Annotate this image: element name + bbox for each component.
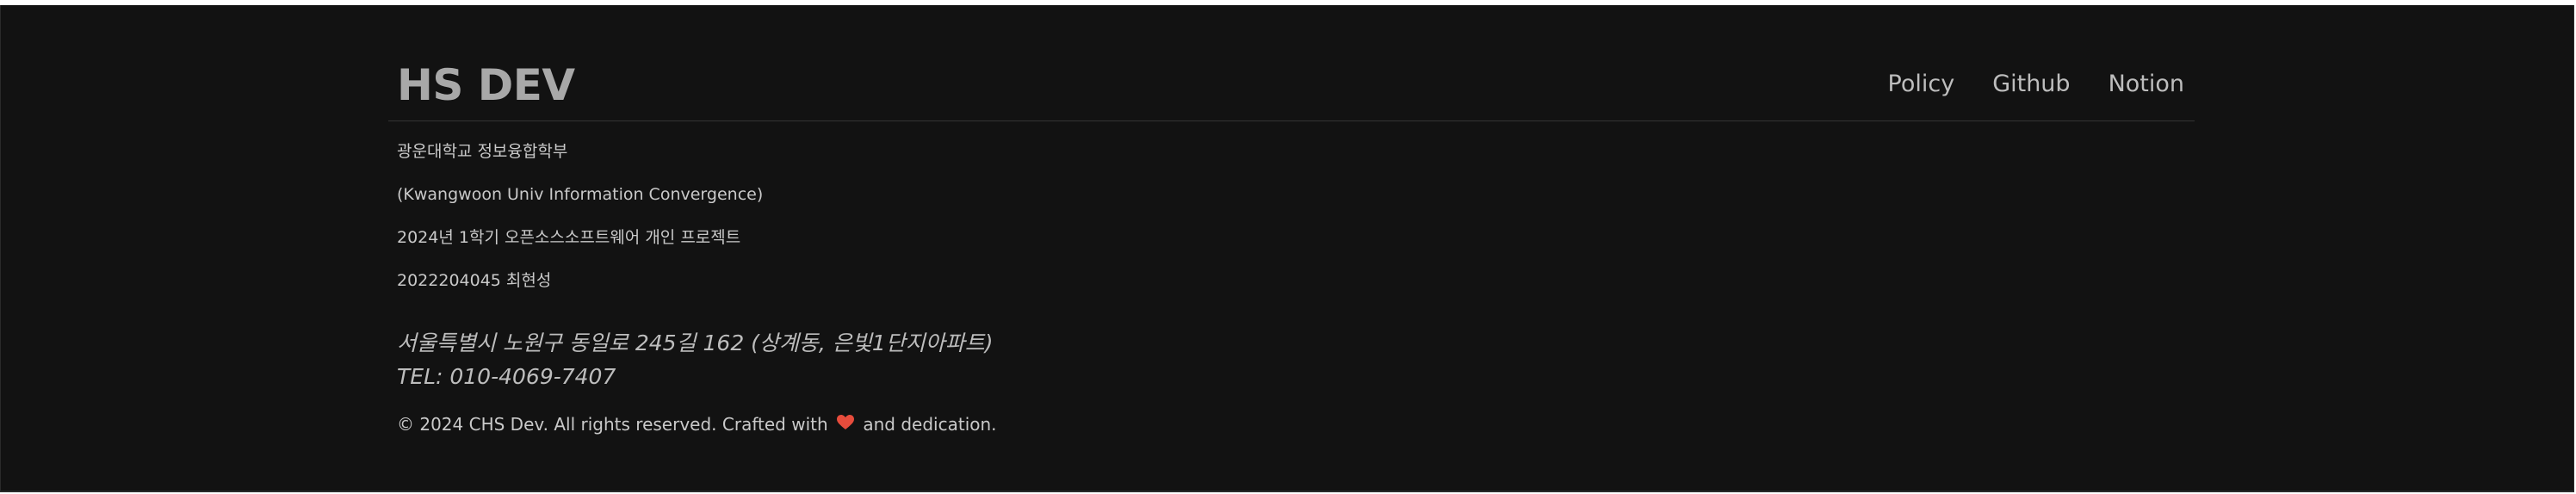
nav-link-github[interactable]: Github xyxy=(1992,67,2070,102)
address-text: 서울특별시 노원구 동일로 245길 162 (상계동, 은빛1단지아파트) xyxy=(397,330,994,355)
info-student: 2022204045 최현성 xyxy=(397,271,552,290)
brand-title: HS DEV xyxy=(397,60,575,110)
copyright-prefix: © 2024 CHS Dev. All rights reserved. Cra… xyxy=(397,414,828,435)
tel-text: TEL: 010-4069-7407 xyxy=(397,364,616,389)
footer-inner: HS DEV Policy Github Notion 광운대학교 정보융합학부… xyxy=(388,5,2195,491)
site-footer: HS DEV Policy Github Notion 광운대학교 정보융합학부… xyxy=(0,5,2574,492)
nav-link-notion[interactable]: Notion xyxy=(2108,67,2184,102)
info-department-en: (Kwangwoon Univ Information Convergence) xyxy=(397,185,764,204)
copyright-suffix: and dedication. xyxy=(863,414,997,435)
footer-nav: Policy Github Notion xyxy=(1888,67,2184,102)
nav-link-policy[interactable]: Policy xyxy=(1888,67,1955,102)
copyright-text: © 2024 CHS Dev. All rights reserved. Cra… xyxy=(397,411,997,437)
heart-icon xyxy=(837,411,855,437)
footer-divider xyxy=(388,120,2195,121)
info-project: 2024년 1학기 오픈소스소프트웨어 개인 프로젝트 xyxy=(397,228,741,247)
info-university: 광운대학교 정보융합학부 xyxy=(397,142,568,161)
